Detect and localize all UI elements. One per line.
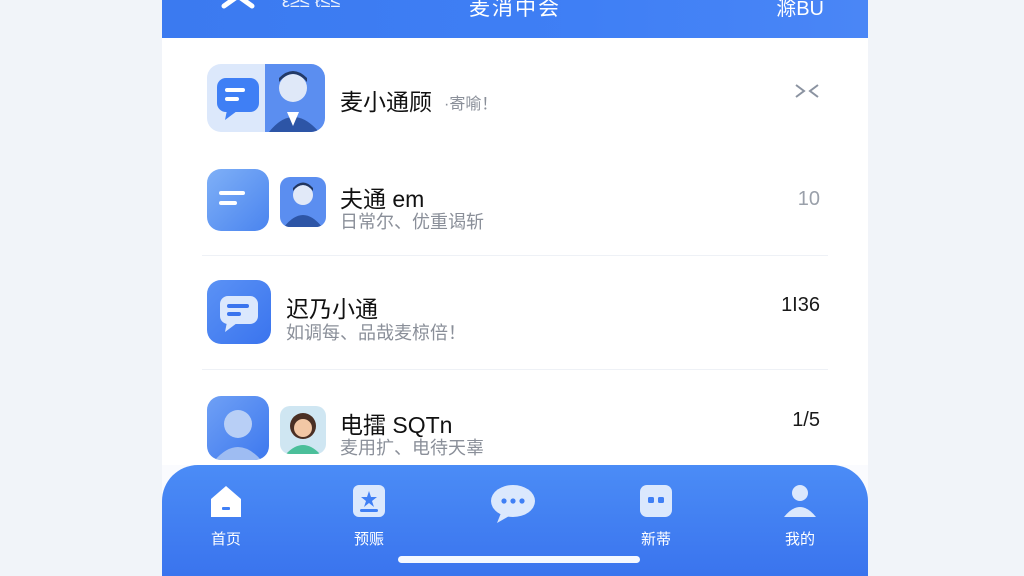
home-indicator[interactable]: [398, 556, 640, 563]
tab-chat[interactable]: [468, 483, 558, 532]
tab-home[interactable]: 首页: [181, 483, 271, 549]
list-item[interactable]: 电擂 SQTn 麦用扩、电待天辜 1/5: [162, 370, 868, 465]
timestamp: 1/5: [792, 409, 820, 431]
expand-icon[interactable]: [794, 82, 820, 100]
tab-apps[interactable]: 新蒂: [611, 483, 701, 549]
header-right-text[interactable]: 滁BU: [776, 0, 824, 21]
avatar: [280, 406, 326, 454]
chat-bubble-icon: [207, 280, 271, 344]
profile-icon: [784, 485, 816, 517]
tab-label: 我的: [784, 531, 815, 548]
tab-label: 新蒂: [640, 531, 671, 548]
tab-label: 预赈: [353, 531, 384, 548]
avatar: [280, 177, 326, 227]
apps-icon: [640, 485, 672, 517]
chat-bubble-icon: [207, 169, 269, 231]
chat-icon: [491, 485, 535, 523]
list-item[interactable]: 迟乃小通 如调每、品哉麦椋倍！ 1I36: [162, 256, 868, 370]
tab-label: 首页: [210, 531, 241, 548]
conversation-name: 麦小通顾: [340, 89, 432, 115]
conversation-preview: 日常尔、优重谒斩: [340, 212, 484, 232]
home-icon: [211, 486, 241, 517]
conversation-preview: 如调每、品哉麦椋倍！: [286, 323, 466, 343]
timestamp: 1I36: [781, 294, 820, 316]
top-bar: ε≥≤ ℓ≤≤ 麦消中会 滁BU: [162, 0, 868, 38]
page-title: 麦消中会: [469, 0, 561, 20]
timestamp: 10: [797, 188, 820, 210]
list-item[interactable]: 夫通 em 日常尔、优重谒斩 10: [162, 146, 868, 256]
tab-bookmark[interactable]: 预赈: [324, 483, 414, 549]
bookmark-icon: [353, 485, 385, 517]
chat-bubble-icon: [217, 64, 325, 132]
conversation-preview: ·寄喻！: [444, 96, 498, 113]
list-item[interactable]: 麦小通顾 ·寄喻！: [162, 38, 868, 146]
avatar: [207, 396, 269, 460]
conversation-preview: 麦用扩、电待天辜: [340, 438, 484, 458]
avatar: [207, 64, 325, 132]
tab-profile[interactable]: 我的: [755, 483, 845, 549]
